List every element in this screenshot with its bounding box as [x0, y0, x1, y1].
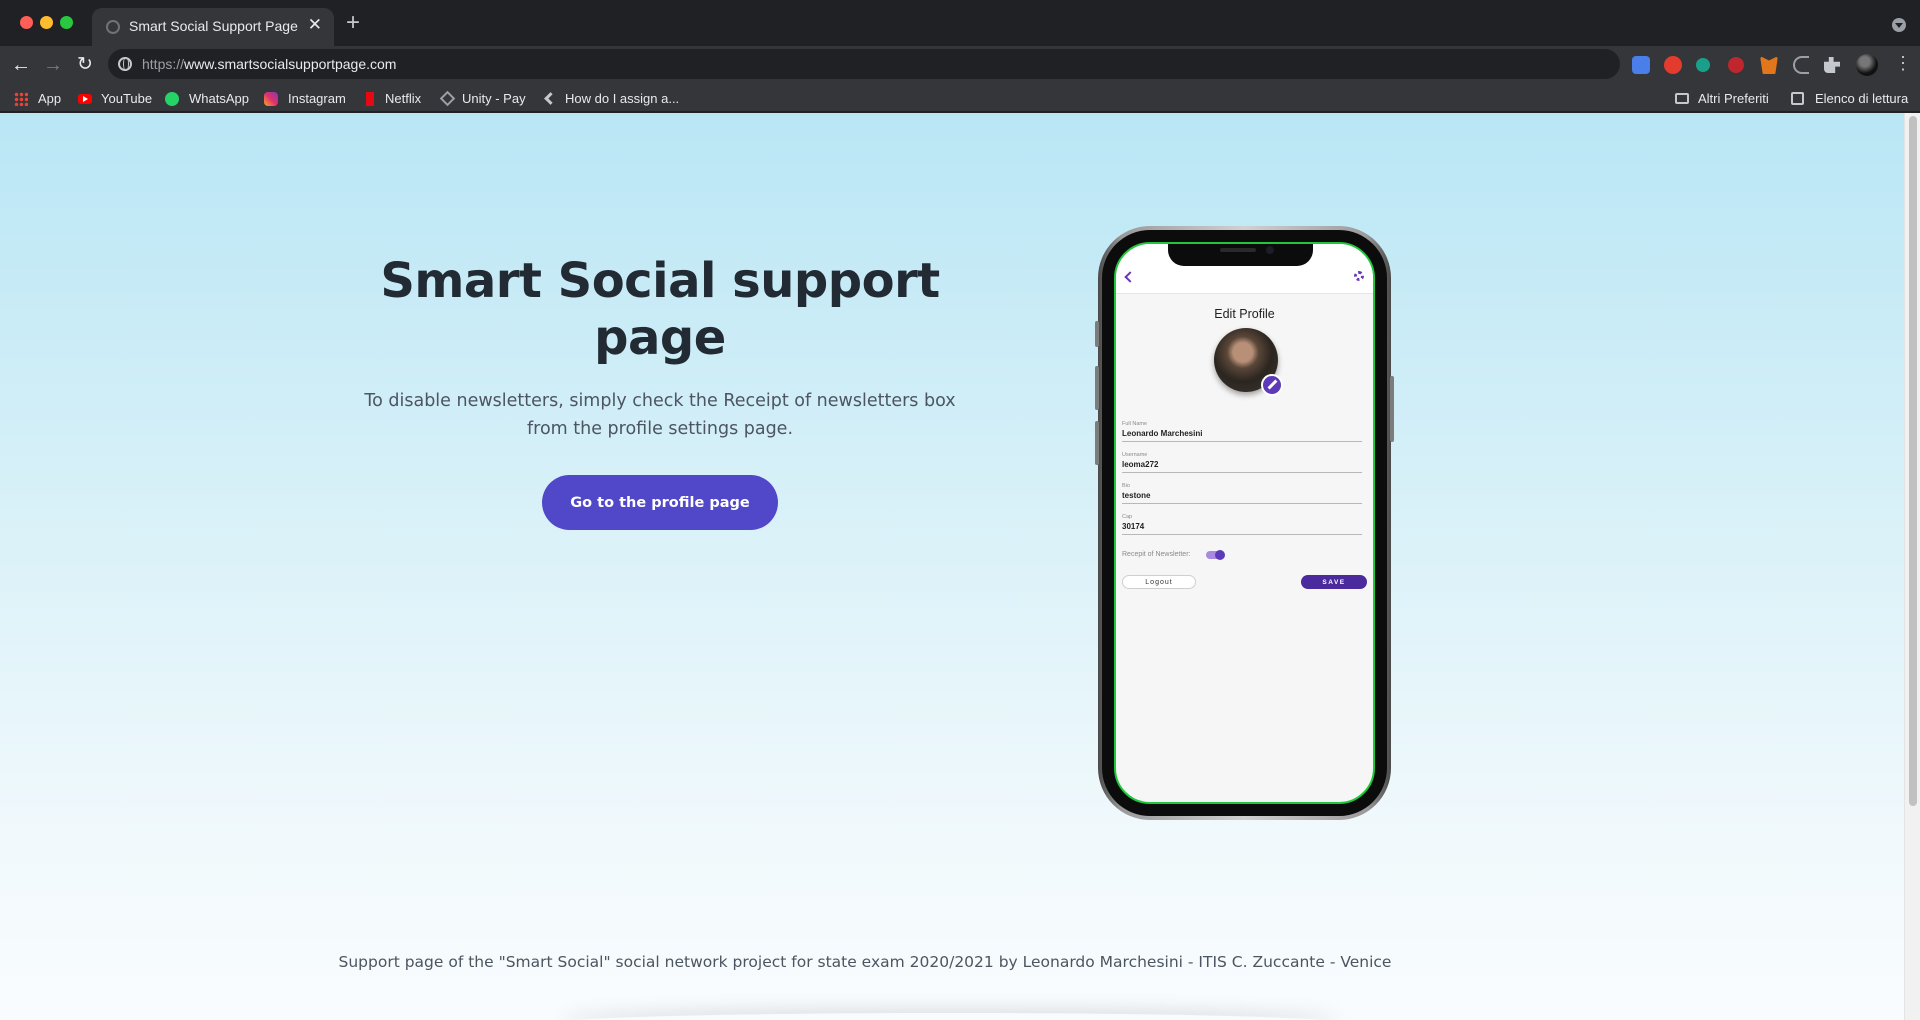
- unity-icon: [439, 90, 456, 107]
- field-label: Cap: [1122, 514, 1133, 520]
- minimize-window-button[interactable]: [40, 16, 53, 29]
- bookmark-netflix[interactable]: Netflix: [385, 91, 421, 106]
- url-text[interactable]: https://www.smartsocialsupportpage.com: [142, 56, 396, 72]
- bookmarks-bar: App YouTube WhatsApp Instagram Netflix U…: [0, 84, 1920, 112]
- tab-search-icon[interactable]: [1892, 18, 1906, 32]
- bookmark-whatsapp[interactable]: WhatsApp: [189, 91, 249, 106]
- metamask-fox-icon[interactable]: [1760, 56, 1778, 74]
- username-field[interactable]: Username leoma272: [1122, 452, 1362, 473]
- extension-shield-icon[interactable]: [1696, 58, 1710, 72]
- phone-power-button: [1390, 376, 1394, 442]
- profile-avatar-icon[interactable]: [1856, 54, 1878, 76]
- go-to-profile-button[interactable]: Go to the profile page: [542, 475, 778, 530]
- phone-mute-switch: [1095, 321, 1099, 347]
- field-label: Full Name: [1122, 421, 1148, 427]
- google-translate-icon[interactable]: [1632, 56, 1650, 74]
- phone-volume-down: [1095, 421, 1099, 465]
- newsletter-toggle[interactable]: [1206, 550, 1225, 560]
- edit-pencil-icon[interactable]: [1261, 374, 1283, 396]
- phone-screen: Edit Profile Full Name Leonardo Marchesi…: [1114, 242, 1375, 804]
- phone-mockup: Edit Profile Full Name Leonardo Marchesi…: [1095, 226, 1394, 820]
- page-scrollbar[interactable]: [1904, 113, 1920, 1020]
- netflix-icon: [366, 92, 374, 106]
- bookmark-other-favorites[interactable]: Altri Preferiti: [1698, 91, 1769, 106]
- maximize-window-button[interactable]: [60, 16, 73, 29]
- reload-button[interactable]: ↻: [72, 52, 98, 78]
- url-scheme: https://: [142, 56, 185, 72]
- logout-button[interactable]: Logout: [1122, 575, 1196, 589]
- page-viewport: Smart Social support page To disable new…: [0, 113, 1920, 1020]
- front-camera: [1266, 246, 1274, 254]
- footer-text: Support page of the "Smart Social" socia…: [338, 953, 1392, 971]
- settings-gear-icon[interactable]: [1354, 271, 1364, 281]
- reading-list-icon: [1791, 92, 1804, 105]
- save-button[interactable]: SAVE: [1301, 575, 1367, 589]
- ublock-icon[interactable]: [1728, 57, 1744, 73]
- apps-grid-icon: [14, 92, 28, 106]
- field-label: Username: [1122, 452, 1148, 458]
- bookmark-app[interactable]: App: [38, 91, 61, 106]
- page-subtitle: To disable newsletters, simply check the…: [364, 391, 956, 439]
- folder-icon: [1675, 93, 1689, 104]
- back-button[interactable]: ←: [8, 52, 34, 78]
- back-chevron-icon[interactable]: [1124, 271, 1136, 283]
- extension-c-icon[interactable]: [1793, 56, 1809, 74]
- tab-title: Smart Social Support Page: [129, 18, 298, 34]
- field-value: leoma272: [1122, 460, 1159, 469]
- bio-field[interactable]: Bio testone: [1122, 483, 1362, 504]
- close-window-button[interactable]: [20, 16, 33, 29]
- phone-volume-up: [1095, 366, 1099, 410]
- edit-profile-title: Edit Profile: [1214, 307, 1275, 321]
- full-name-field[interactable]: Full Name Leonardo Marchesini: [1122, 421, 1362, 442]
- reading-list[interactable]: Elenco di lettura: [1815, 91, 1908, 106]
- bookmark-youtube[interactable]: YouTube: [101, 91, 152, 106]
- browser-menu-icon[interactable]: ⋮: [1894, 54, 1912, 72]
- visual-studio-icon: [544, 92, 557, 105]
- adblock-icon[interactable]: [1664, 56, 1682, 74]
- newsletter-label: Recepit of Newsletter:: [1122, 551, 1191, 558]
- speaker-grille: [1220, 248, 1256, 252]
- whatsapp-icon: [165, 92, 179, 106]
- bookmark-instagram[interactable]: Instagram: [288, 91, 346, 106]
- instagram-icon: [264, 92, 278, 106]
- field-label: Bio: [1122, 483, 1130, 489]
- bookmark-unity-pay[interactable]: Unity - Pay: [462, 91, 526, 106]
- phone-bezel: Edit Profile Full Name Leonardo Marchesi…: [1102, 230, 1387, 816]
- forward-button[interactable]: →: [40, 52, 66, 78]
- close-tab-icon[interactable]: ✕: [308, 15, 322, 35]
- scrollbar-thumb[interactable]: [1909, 116, 1917, 806]
- phone-notch: [1168, 244, 1313, 266]
- globe-icon: [106, 20, 120, 34]
- site-info-icon[interactable]: [118, 57, 132, 71]
- url-host: www.smartsocialsupportpage.com: [184, 56, 397, 72]
- footer-divider: [560, 1013, 1340, 1020]
- browser-toolbar: ← → ↻ https://www.smartsocialsupportpage…: [0, 46, 1920, 84]
- tab-strip: Smart Social Support Page ✕ +: [0, 0, 1920, 46]
- address-bar[interactable]: https://www.smartsocialsupportpage.com: [108, 49, 1620, 79]
- field-value: 30174: [1122, 522, 1145, 531]
- new-tab-button[interactable]: +: [346, 11, 360, 35]
- page-title: Smart Social support page: [380, 253, 940, 366]
- cap-field[interactable]: Cap 30174: [1122, 514, 1362, 535]
- extensions-puzzle-icon[interactable]: [1824, 57, 1840, 73]
- youtube-icon: [78, 94, 92, 104]
- browser-tab[interactable]: Smart Social Support Page ✕: [92, 8, 334, 46]
- bookmark-how-do-i-assign[interactable]: How do I assign a...: [565, 91, 679, 106]
- field-value: testone: [1122, 491, 1151, 500]
- field-value: Leonardo Marchesini: [1122, 429, 1203, 438]
